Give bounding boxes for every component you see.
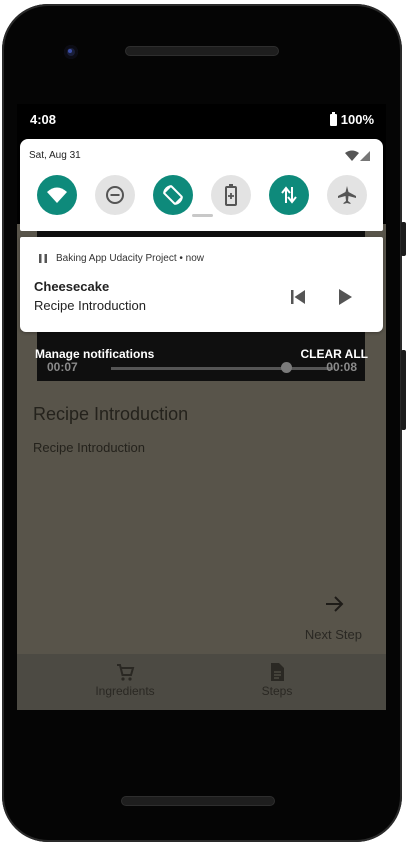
wifi-icon <box>47 187 67 203</box>
next-step-label[interactable]: Next Step <box>305 627 362 642</box>
quick-settings-panel: Sat, Aug 31 <box>20 139 383 231</box>
signal-wifi-status-icons <box>345 150 370 161</box>
battery-saver-icon <box>225 184 237 206</box>
notification-title: Cheesecake <box>34 279 110 294</box>
volume-button <box>401 350 406 430</box>
qs-tile-wifi[interactable] <box>37 175 77 215</box>
qs-tile-auto-rotate[interactable] <box>153 175 193 215</box>
shade-actions: Manage notifications CLEAR ALL <box>17 347 386 365</box>
step-description: Recipe Introduction <box>33 440 146 455</box>
notification-text: Recipe Introduction <box>34 298 147 313</box>
battery-percent: 100% <box>340 112 374 127</box>
play-icon[interactable] <box>337 288 353 306</box>
airplane-icon <box>338 186 356 204</box>
nav-label-ingredients: Ingredients <box>95 684 155 698</box>
cart-icon <box>117 664 135 681</box>
qs-tile-airplane-mode[interactable] <box>327 175 367 215</box>
status-time: 4:08 <box>30 112 57 127</box>
screen: 4:08 100% ⏮ ⏪ ▶ ⏩ ⏭ 00:07 00:08 <box>17 104 386 710</box>
qs-tile-battery-saver[interactable] <box>211 175 251 215</box>
arrow-forward-icon[interactable] <box>324 594 346 614</box>
auto-rotate-icon <box>163 185 183 205</box>
phone-frame: 4:08 100% ⏮ ⏪ ▶ ⏩ ⏭ 00:07 00:08 <box>0 0 407 846</box>
front-camera <box>64 45 78 59</box>
skip-previous-icon[interactable] <box>290 289 306 305</box>
qs-date: Sat, Aug 31 <box>29 150 81 161</box>
media-notification[interactable]: Baking App Udacity Project • now Cheesec… <box>20 237 383 332</box>
manage-notifications-button[interactable]: Manage notifications <box>35 347 154 361</box>
earpiece-speaker <box>125 46 279 56</box>
qs-drag-handle[interactable] <box>192 214 213 217</box>
bottom-speaker <box>121 796 275 806</box>
qs-tile-mobile-data[interactable] <box>269 175 309 215</box>
step-title: Recipe Introduction <box>33 404 189 424</box>
bottom-navigation: Ingredients Steps <box>17 654 386 710</box>
power-button <box>401 222 406 256</box>
pause-icon <box>39 254 47 263</box>
seek-bar[interactable] <box>111 367 333 370</box>
battery-icon <box>329 111 337 126</box>
clear-all-button[interactable]: CLEAR ALL <box>300 347 368 361</box>
do-not-disturb-icon <box>106 186 124 204</box>
status-bar: 4:08 100% <box>17 104 386 134</box>
nav-item-steps[interactable]: Steps <box>217 662 337 698</box>
nav-label-steps: Steps <box>261 684 293 698</box>
qs-tile-do-not-disturb[interactable] <box>95 175 135 215</box>
notification-app-line: Baking App Udacity Project • now <box>56 253 205 264</box>
document-icon <box>271 663 284 681</box>
nav-item-ingredients[interactable]: Ingredients <box>65 662 185 698</box>
status-right: 100% <box>329 111 374 127</box>
qs-tiles <box>37 175 367 217</box>
mobile-data-icon <box>281 186 297 204</box>
